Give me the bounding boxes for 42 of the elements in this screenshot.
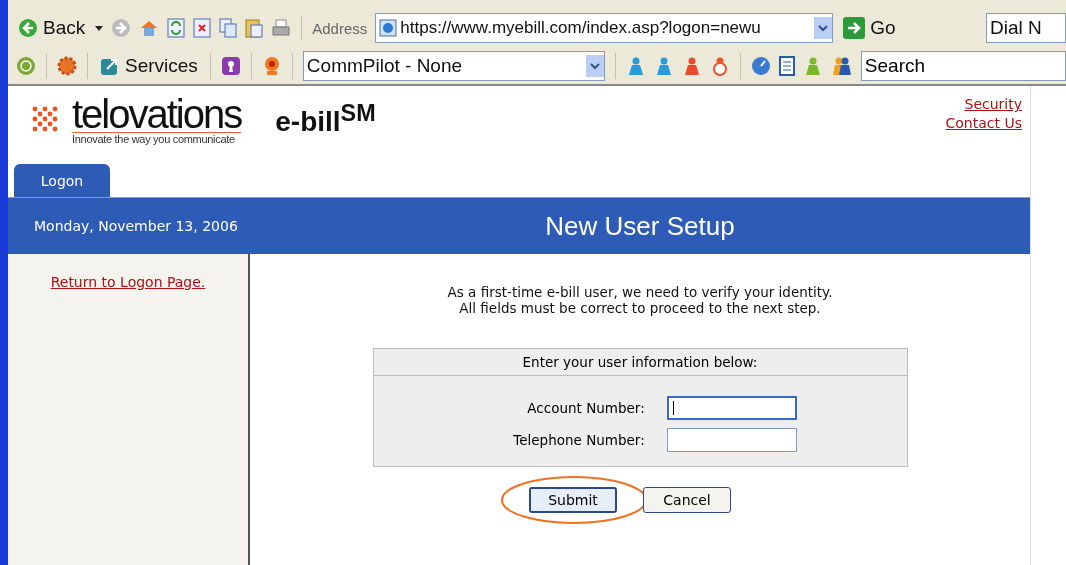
address-field[interactable]: https://www.myebill.com/index.asp?logon=newu	[375, 13, 834, 43]
input-field[interactable]	[666, 428, 797, 452]
intro-text: As a first-time e-bill user, we need to verify your identity.	[447, 284, 833, 300]
tagline: Innovate the way you communicate	[72, 133, 236, 145]
input-field[interactable]	[666, 396, 797, 420]
printer-icon[interactable]	[271, 18, 292, 38]
keyhole-icon[interactable]	[220, 56, 241, 76]
date-label: Monday, November 13, 2006	[33, 218, 239, 234]
product-logo: e-bill$^{SM}$	[275, 100, 376, 139]
back-icon	[18, 18, 38, 38]
forward-icon[interactable]	[111, 18, 132, 38]
back-button[interactable]: Back	[16, 17, 88, 39]
header-link[interactable]: Security	[964, 96, 1022, 112]
page-icon	[379, 19, 398, 37]
external-link-icon	[100, 56, 120, 76]
refresh-icon[interactable]	[167, 18, 186, 38]
page-title: New User Setup	[544, 210, 736, 242]
go-button[interactable]: Go	[841, 17, 898, 39]
field-label: Telephone Number:	[513, 432, 645, 448]
form-button[interactable]: Cancel	[643, 487, 731, 513]
address-label: Address	[312, 19, 368, 37]
search-field[interactable]: Search	[860, 51, 1066, 81]
tab[interactable]: Logon	[14, 164, 110, 197]
copy-icon[interactable]	[219, 18, 238, 38]
paste-icon[interactable]	[245, 18, 264, 38]
dial-field[interactable]: Dial N	[986, 13, 1066, 43]
stop-icon[interactable]	[193, 18, 212, 38]
status-dropdown[interactable]: CommPilot - None	[302, 51, 605, 81]
intro-text: All fields must be correct to proceed to the next step.	[459, 300, 821, 316]
services-button[interactable]: Services	[98, 55, 200, 77]
brand-name: telovations	[72, 96, 242, 133]
dropdown-caret-icon[interactable]	[95, 25, 104, 31]
power-icon[interactable]	[16, 56, 36, 76]
return-link[interactable]: Return to Logon Page.	[50, 274, 206, 290]
form-button[interactable]: Submit	[529, 487, 617, 513]
gear-icon[interactable]	[57, 56, 77, 76]
notepad-icon[interactable]	[778, 56, 795, 76]
form-heading: Enter your user information below:	[373, 349, 907, 376]
header-link[interactable]: Contact Us	[945, 115, 1022, 131]
field-label: Account Number:	[526, 400, 645, 416]
gauge-icon[interactable]	[750, 56, 771, 76]
users-icon[interactable]	[830, 56, 853, 76]
